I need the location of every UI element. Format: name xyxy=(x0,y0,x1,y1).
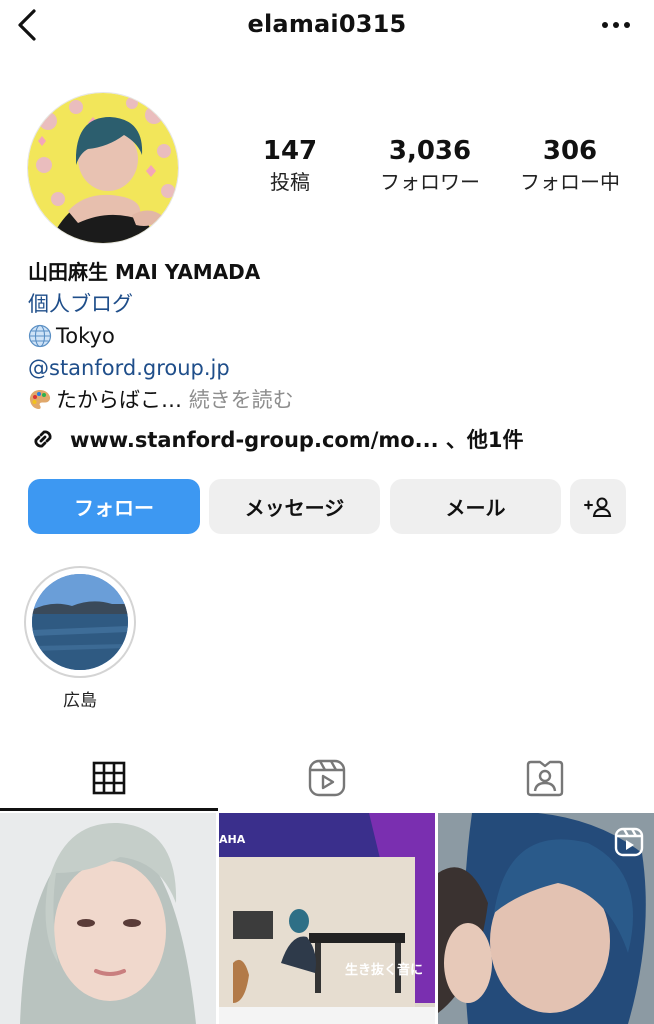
highlight-label: 広島 xyxy=(63,691,97,711)
profile-tabs xyxy=(0,745,654,813)
more-options-button[interactable] xyxy=(598,10,634,40)
external-link[interactable]: www.stanford-group.com/mo... 、他1件 xyxy=(28,424,524,454)
stat-following[interactable]: 306 フォロー中 xyxy=(500,135,640,197)
stat-followers[interactable]: 3,036 フォロワー xyxy=(360,135,500,197)
grid-post-2[interactable]: AHA 生き抜く音に xyxy=(219,813,435,1024)
post-caption-text: 生き抜く音に xyxy=(345,963,424,978)
tab-posts[interactable] xyxy=(0,745,218,811)
grid-post-1[interactable] xyxy=(0,813,216,1024)
more-horizontal-icon xyxy=(602,22,630,28)
posts-grid: AHA 生き抜く音に xyxy=(0,813,654,1024)
link-icon xyxy=(34,430,52,448)
profile-stats: 147 投稿 3,036 フォロワー 306 フォロー中 xyxy=(220,135,640,205)
highlight-ring xyxy=(24,566,136,678)
bio-more-link[interactable]: 続きを読む xyxy=(189,384,294,416)
stat-posts[interactable]: 147 投稿 xyxy=(220,135,360,197)
profile-avatar[interactable] xyxy=(27,92,179,244)
globe-icon xyxy=(28,324,52,348)
mail-button[interactable]: メール xyxy=(390,479,561,534)
stat-label: 投稿 xyxy=(270,170,310,194)
artist-palette-icon xyxy=(29,390,51,409)
grid-icon xyxy=(92,761,126,795)
tab-reels[interactable] xyxy=(218,745,436,811)
profile-mention[interactable]: @stanford.group.jp xyxy=(28,352,230,384)
story-highlight[interactable]: 広島 xyxy=(24,566,136,711)
bio-snippet: たからばこ… xyxy=(56,388,182,412)
active-tab-indicator xyxy=(0,808,218,811)
profile-bio: 山田麻生 MAI YAMADA 個人ブログ Tokyo @stanford.gr… xyxy=(28,256,638,416)
stat-value: 147 xyxy=(262,136,318,166)
post-brand-text: AHA xyxy=(219,833,246,846)
profile-category[interactable]: 個人ブログ xyxy=(28,288,133,320)
tab-tagged[interactable] xyxy=(436,745,654,811)
top-bar: elamai0315 xyxy=(0,0,654,50)
stat-value: 306 xyxy=(542,136,598,166)
reels-icon xyxy=(308,759,346,797)
stat-label: フォロー中 xyxy=(520,170,620,194)
stat-label: フォロワー xyxy=(380,170,480,194)
stat-value: 3,036 xyxy=(388,136,472,166)
profile-actions: フォロー メッセージ メール xyxy=(28,479,628,535)
suggest-users-button[interactable] xyxy=(570,479,626,534)
message-button[interactable]: メッセージ xyxy=(209,479,380,534)
profile-username: elamai0315 xyxy=(247,10,407,38)
follow-button[interactable]: フォロー xyxy=(28,479,200,534)
profile-name: 山田麻生 MAI YAMADA xyxy=(28,260,261,284)
tagged-person-icon xyxy=(526,760,564,797)
grid-post-3[interactable] xyxy=(438,813,654,1024)
add-person-icon xyxy=(584,497,612,517)
reel-badge-icon xyxy=(614,827,644,857)
highlight-cover xyxy=(32,574,128,670)
profile-location: Tokyo xyxy=(56,324,115,348)
external-link-text: www.stanford-group.com/mo... 、他1件 xyxy=(70,428,524,452)
